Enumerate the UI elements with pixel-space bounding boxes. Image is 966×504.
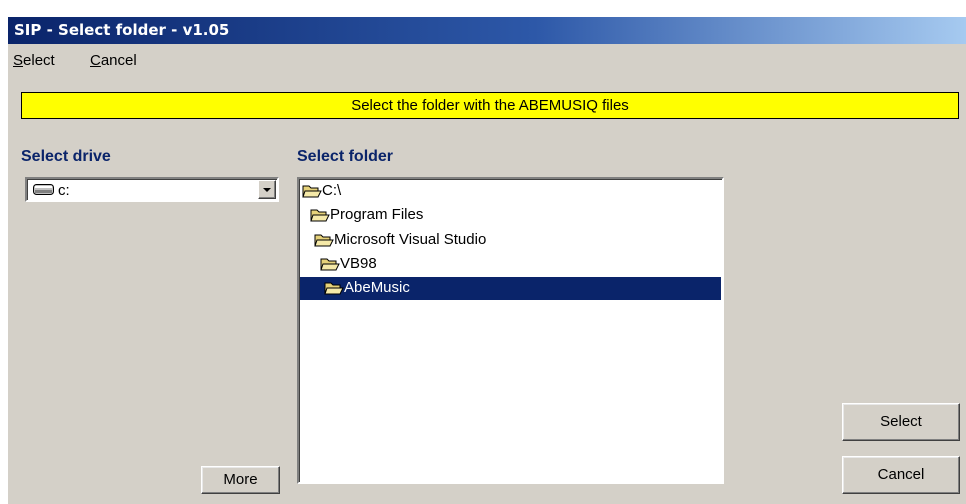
- more-button[interactable]: More: [201, 466, 280, 494]
- select-folder-window: SIP - Select folder - v1.05 Select Cance…: [8, 17, 966, 504]
- folder-name: C:\: [322, 182, 342, 199]
- folder-name: VB98: [340, 255, 377, 272]
- folder-name: AbeMusic: [344, 279, 410, 296]
- menu-select[interactable]: Select: [13, 52, 55, 69]
- select-button[interactable]: Select: [842, 403, 960, 441]
- folder-item[interactable]: VB98: [300, 253, 721, 276]
- hard-drive-icon: [33, 184, 54, 195]
- select-drive-label: Select drive: [21, 148, 111, 165]
- window-title: SIP - Select folder - v1.05: [14, 21, 230, 39]
- open-folder-icon: [324, 282, 344, 295]
- menu-cancel[interactable]: Cancel: [90, 52, 137, 69]
- menu-cancel-label: ancel: [100, 52, 137, 69]
- folder-item[interactable]: C:\: [300, 180, 721, 203]
- folder-item-selected[interactable]: AbeMusic: [300, 277, 721, 300]
- open-folder-icon: [314, 234, 334, 247]
- open-folder-icon: [302, 185, 322, 198]
- open-folder-icon: [310, 209, 330, 222]
- folder-item[interactable]: Program Files: [300, 204, 721, 227]
- drive-value: c:: [58, 182, 70, 199]
- instruction-banner: Select the folder with the ABEMUSIQ file…: [21, 92, 959, 119]
- folder-name: Program Files: [330, 206, 424, 223]
- title-bar[interactable]: SIP - Select folder - v1.05: [8, 17, 966, 44]
- cancel-button[interactable]: Cancel: [842, 456, 960, 494]
- select-folder-label: Select folder: [297, 148, 394, 165]
- menu-cancel-mnemonic: C: [90, 52, 101, 69]
- drive-dropdown-button[interactable]: [258, 180, 276, 199]
- open-folder-icon: [320, 258, 340, 271]
- menu-select-mnemonic: S: [13, 52, 24, 69]
- menu-bar: Select Cancel: [8, 46, 966, 72]
- drive-select[interactable]: c:: [25, 177, 279, 202]
- folder-name: Microsoft Visual Studio: [334, 231, 487, 248]
- folder-list[interactable]: C:\ Program Files Microsoft Visual Studi…: [297, 177, 724, 484]
- folder-item[interactable]: Microsoft Visual Studio: [300, 229, 721, 252]
- menu-select-label: elect: [23, 52, 55, 69]
